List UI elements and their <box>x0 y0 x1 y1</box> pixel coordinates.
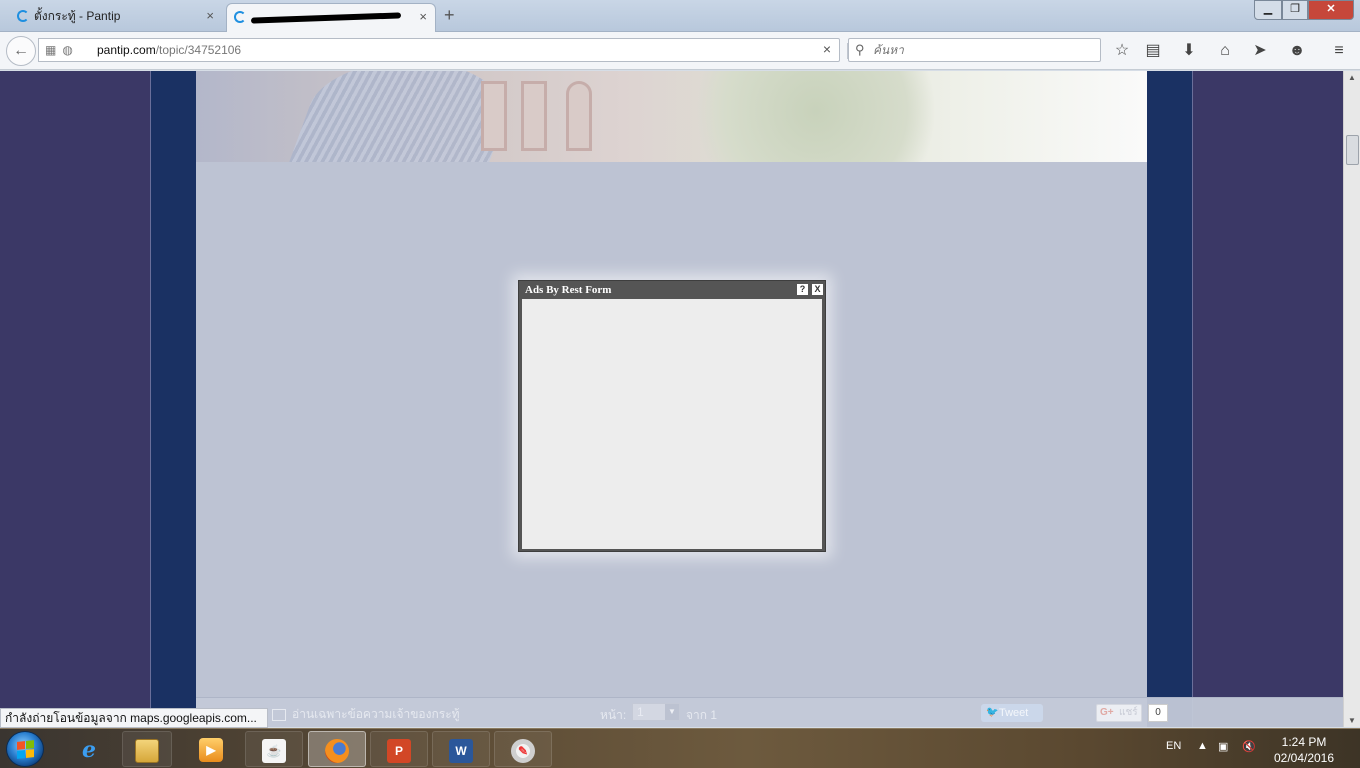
scroll-thumb[interactable] <box>1346 135 1359 165</box>
home-icon[interactable]: ⌂ <box>1214 40 1236 62</box>
url-text[interactable]: pantip.com/topic/34752106 <box>97 43 241 57</box>
banner-window <box>481 81 507 151</box>
minimize-button[interactable]: ▁ <box>1254 0 1282 20</box>
tweet-label: Tweet <box>999 707 1029 719</box>
java-icon: ☕ <box>262 738 286 763</box>
taskbar-media-player[interactable]: ▶ <box>182 731 240 767</box>
scroll-up-icon[interactable]: ▲ <box>1344 73 1360 82</box>
star-icon[interactable]: ☆ <box>1111 40 1133 62</box>
redacted-tab-title <box>250 12 402 24</box>
loading-spinner-icon <box>17 10 29 22</box>
filter-icon <box>272 708 286 721</box>
share-label: แชร์ <box>1119 707 1138 718</box>
google-share-button[interactable]: G+ แชร์ <box>1096 704 1142 722</box>
windows-logo-icon <box>17 740 34 759</box>
share-count: 0 <box>1148 704 1168 722</box>
taskbar-paint[interactable]: ✎ <box>494 731 552 767</box>
taskbar-word[interactable]: W <box>432 731 490 767</box>
powerpoint-icon: P <box>387 738 411 763</box>
send-icon[interactable]: ➤ <box>1249 40 1271 62</box>
download-icon[interactable]: ⬇ <box>1178 40 1200 62</box>
language-indicator[interactable]: EN <box>1166 740 1181 752</box>
taskbar-firefox[interactable] <box>308 731 366 767</box>
media-player-icon: ▶ <box>199 737 223 762</box>
scroll-down-icon[interactable]: ▼ <box>1344 716 1360 725</box>
page-select-value: 1 <box>637 705 644 719</box>
clock-date: 02/04/2016 <box>1273 751 1335 765</box>
taskbar-java[interactable]: ☕ <box>245 731 303 767</box>
back-button[interactable]: ← <box>6 36 36 66</box>
start-button[interactable] <box>6 731 44 767</box>
tweet-button[interactable]: 🐦 Tweet <box>981 704 1043 722</box>
stop-icon[interactable]: × <box>823 41 831 57</box>
twitter-icon: 🐦 <box>986 707 999 718</box>
page-total: จาก 1 <box>686 708 718 722</box>
popup-close-button[interactable]: X <box>812 284 823 295</box>
header-banner-image <box>196 71 1147 162</box>
help-button[interactable]: ? <box>797 284 808 295</box>
popup-body[interactable] <box>522 299 822 549</box>
tab-pantip-new-topic[interactable]: ตั้งกระทู้ - Pantip × <box>10 3 222 32</box>
menu-icon[interactable]: ≡ <box>1328 40 1350 62</box>
word-icon: W <box>449 738 473 763</box>
paint-icon: ✎ <box>511 738 535 763</box>
chat-icon[interactable]: ☻ <box>1286 40 1308 62</box>
search-icon: ⚲ <box>855 42 865 57</box>
tab-strip: ตั้งกระทู้ - Pantip × × + ▁ ❐ ✕ <box>0 0 1360 32</box>
popup-title: Ads By Rest Form <box>525 284 612 296</box>
maximize-button[interactable]: ❐ <box>1282 0 1308 20</box>
ad-popup: Ads By Rest Form ? X <box>518 280 826 552</box>
firefox-icon <box>325 738 349 763</box>
banner-window <box>521 81 547 151</box>
taskbar: e ▶ ☕ P W ✎ EN ▲ ▣ 🔇 1:24 PM 02/04/2016 <box>0 728 1360 768</box>
clock[interactable]: 1:24 PM 02/04/2016 <box>1262 734 1346 766</box>
chevron-down-icon: ▼ <box>665 704 679 720</box>
site-identity-icons[interactable]: ▦◍ <box>45 43 79 57</box>
taskbar-internet-explorer[interactable]: e <box>60 731 118 767</box>
url-domain: pantip.com <box>97 43 156 57</box>
tab-active[interactable]: × <box>226 3 436 32</box>
address-bar[interactable]: ▦◍ pantip.com/topic/34752106 × <box>38 38 848 62</box>
taskbar-powerpoint[interactable]: P <box>370 731 428 767</box>
taskbar-windows-explorer[interactable] <box>122 731 172 767</box>
tab-title: ตั้งกระทู้ - Pantip <box>34 9 121 23</box>
close-icon[interactable]: × <box>419 4 427 30</box>
navigation-bar: ← ▦◍ pantip.com/topic/34752106 × ⚲ ☆ ▤ ⬇… <box>0 32 1360 70</box>
left-column <box>150 71 196 727</box>
back-arrow-icon: ← <box>13 42 29 59</box>
owner-only-label: อ่านเฉพาะข้อความเจ้าของกระทู้ <box>292 707 460 721</box>
show-hidden-icons-icon[interactable]: ▲ <box>1197 740 1208 752</box>
vertical-scrollbar[interactable]: ▲ ▼ <box>1343 71 1360 727</box>
right-column <box>1147 71 1193 727</box>
network-icon[interactable]: ▣ <box>1218 740 1228 753</box>
page-select[interactable]: 1 ▼ <box>632 703 680 721</box>
close-icon[interactable]: × <box>206 3 214 29</box>
url-path: /topic/34752106 <box>155 43 242 57</box>
banner-tree <box>666 71 966 162</box>
banner-window <box>566 81 592 151</box>
search-input[interactable] <box>873 40 1093 60</box>
clock-time: 1:24 PM <box>1281 735 1327 749</box>
reading-list-icon[interactable]: ▤ <box>1142 40 1164 62</box>
volume-muted-icon[interactable]: 🔇 <box>1242 740 1256 753</box>
search-bar[interactable]: ⚲ <box>848 38 1101 62</box>
topic-bottom-bar: อ่านเฉพาะข้อความเจ้าของกระทู้ หน้า: 1 ▼ … <box>196 697 1343 727</box>
owner-only-link[interactable]: อ่านเฉพาะข้อความเจ้าของกระทู้ <box>272 705 460 724</box>
status-bar: กำลังถ่ายโอนข้อมูลจาก maps.googleapis.co… <box>0 708 268 728</box>
google-plus-icon: G+ <box>1100 707 1114 718</box>
folder-icon <box>135 738 159 763</box>
loading-spinner-icon <box>234 11 246 23</box>
page-label: หน้า: <box>600 708 627 722</box>
internet-explorer-icon: e <box>82 736 96 763</box>
window-close-button[interactable]: ✕ <box>1308 0 1354 20</box>
new-tab-button[interactable]: + <box>444 4 455 26</box>
